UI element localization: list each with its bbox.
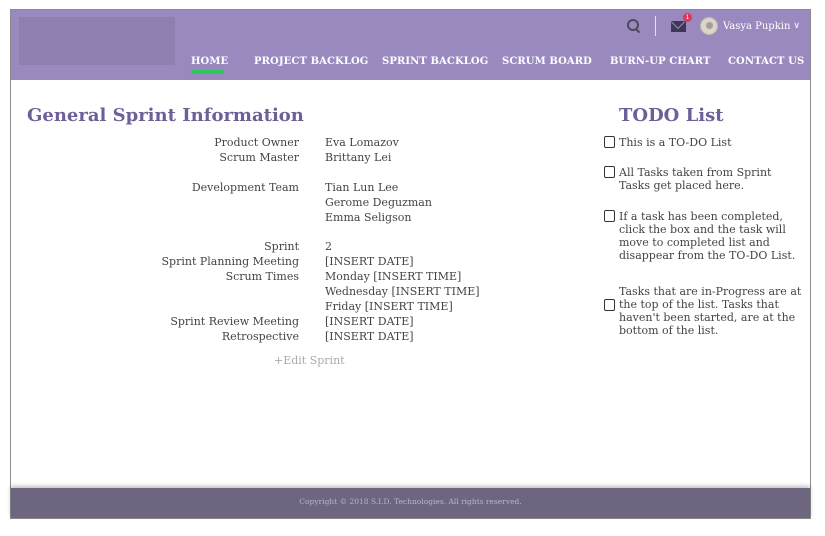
sprint-value: 2	[325, 240, 332, 253]
todo-checkbox[interactable]	[604, 166, 615, 178]
todo-title: TODO List	[619, 105, 724, 126]
development-team-label: Development Team	[191, 181, 299, 194]
review-meeting-value: [INSERT DATE]	[325, 315, 414, 328]
scrum-times-label: Scrum Times	[225, 270, 299, 283]
todo-item: This is a TO-DO List	[619, 136, 732, 149]
nav-home[interactable]: HOME	[191, 56, 228, 67]
user-toolbar: 1 Vasya Pupkin ∨	[626, 12, 800, 36]
todo-item: All Tasks taken from Sprint Tasks get pl…	[619, 166, 772, 192]
todo-item: Tasks that are in-Progress are at the to…	[619, 285, 802, 337]
team-member: Emma Seligson	[325, 211, 412, 224]
footer: Copyright © 2018 S.I.D. Technologies. Al…	[11, 488, 810, 518]
chevron-down-icon[interactable]: ∨	[793, 21, 800, 31]
product-owner-label: Product Owner	[214, 136, 299, 149]
team-member: Gerome Deguzman	[325, 196, 432, 209]
retrospective-value: [INSERT DATE]	[325, 330, 414, 343]
search-icon[interactable]	[626, 19, 641, 33]
nav-burn-up-chart[interactable]: BURN-UP CHART	[610, 56, 711, 67]
avatar[interactable]	[699, 17, 718, 35]
planning-meeting-value: [INSERT DATE]	[325, 255, 414, 268]
nav-contact-us[interactable]: CONTACT US	[728, 56, 804, 67]
team-member: Tian Lun Lee	[325, 181, 399, 194]
todo-item: If a task has been completed, click the …	[619, 210, 796, 262]
todo-checkbox[interactable]	[604, 210, 615, 222]
review-meeting-label: Sprint Review Meeting	[170, 315, 299, 328]
retrospective-label: Retrospective	[221, 330, 299, 343]
sprint-label: Sprint	[264, 240, 299, 253]
logo[interactable]	[19, 17, 175, 65]
scrum-master-value: Brittany Lei	[325, 151, 392, 164]
scrum-master-label: Scrum Master	[219, 151, 299, 164]
nav-sprint-backlog[interactable]: SPRINT BACKLOG	[382, 56, 488, 67]
toolbar-divider	[654, 16, 656, 36]
nav-project-backlog[interactable]: PROJECT BACKLOG	[254, 56, 368, 67]
todo-checkbox[interactable]	[604, 299, 615, 311]
mail-badge: 1	[682, 12, 692, 22]
scrum-time: Monday [INSERT TIME]	[325, 270, 462, 283]
edit-sprint-link[interactable]: +Edit Sprint	[274, 354, 345, 367]
mail-icon[interactable]: 1	[670, 12, 692, 32]
product-owner-value: Eva Lomazov	[325, 136, 399, 149]
sprint-info-title: General Sprint Information	[27, 105, 304, 126]
nav-active-indicator	[191, 70, 224, 74]
app-frame: 1 Vasya Pupkin ∨ HOME PROJECT BACKLOG SP…	[10, 9, 811, 519]
nav-scrum-board[interactable]: SCRUM BOARD	[502, 56, 592, 67]
copyright-text: Copyright © 2018 S.I.D. Technologies. Al…	[299, 497, 522, 506]
todo-checkbox[interactable]	[604, 136, 615, 148]
header: 1 Vasya Pupkin ∨ HOME PROJECT BACKLOG SP…	[11, 10, 810, 80]
scrum-time: Wednesday [INSERT TIME]	[325, 285, 480, 298]
scrum-time: Friday [INSERT TIME]	[325, 300, 453, 313]
user-name[interactable]: Vasya Pupkin	[723, 21, 790, 32]
planning-meeting-label: Sprint Planning Meeting	[161, 255, 300, 268]
